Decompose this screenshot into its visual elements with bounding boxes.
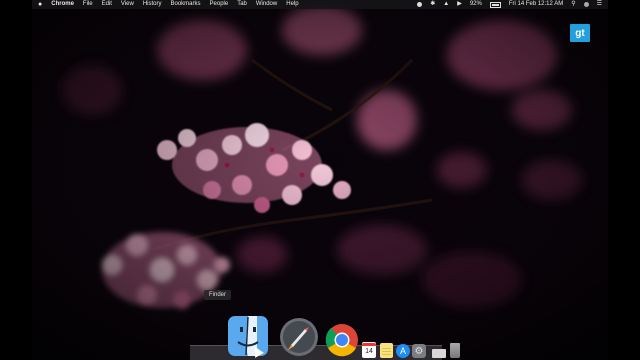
user-icon[interactable]	[583, 2, 589, 7]
battery-icon[interactable]	[489, 1, 501, 8]
menu-bar: ● Chrome File Edit View History Bookmark…	[32, 0, 608, 9]
downloads-icon[interactable]	[432, 349, 446, 358]
calendar-icon[interactable]: 14	[362, 342, 376, 358]
launchpad-icon[interactable]	[278, 316, 320, 358]
spotlight-icon[interactable]: ⚲	[571, 0, 575, 9]
bluetooth-icon[interactable]: ✱	[430, 0, 435, 9]
menu-app-name[interactable]: Chrome	[51, 0, 74, 9]
menu-edit[interactable]: Edit	[102, 0, 112, 9]
calendar-day: 14	[365, 348, 373, 355]
app-store-icon[interactable]: A	[396, 344, 410, 358]
dock: 14 A ⚙	[190, 314, 460, 360]
letterbox-left	[0, 0, 32, 360]
menu-tab[interactable]: Tab	[237, 0, 247, 9]
battery-percent[interactable]: 92%	[470, 0, 482, 9]
system-preferences-icon[interactable]: ⚙	[412, 344, 426, 358]
letterbox-right	[608, 0, 640, 360]
menu-bookmarks[interactable]: Bookmarks	[171, 0, 201, 9]
menu-file[interactable]: File	[83, 0, 93, 9]
chrome-icon[interactable]	[324, 322, 360, 358]
wifi-icon[interactable]: ▲	[443, 0, 449, 9]
dock-tooltip: Finder	[204, 290, 232, 300]
record-icon[interactable]	[417, 2, 423, 7]
gt-logo-badge: gt	[570, 24, 590, 42]
wallpaper-cherry-blossoms	[32, 0, 608, 360]
desktop: ● Chrome File Edit View History Bookmark…	[32, 0, 608, 360]
menu-history[interactable]: History	[143, 0, 162, 9]
menu-help[interactable]: Help	[286, 0, 298, 9]
apple-icon[interactable]: ●	[38, 0, 42, 9]
notification-center-icon[interactable]: ☰	[597, 0, 602, 9]
screen: ● Chrome File Edit View History Bookmark…	[0, 0, 640, 360]
menu-people[interactable]: People	[210, 0, 229, 9]
trash-icon[interactable]	[450, 343, 460, 358]
clock[interactable]: Fri 14 Feb 12:12 AM	[509, 0, 563, 9]
notes-icon[interactable]	[380, 343, 393, 358]
volume-icon[interactable]: ▶	[457, 0, 462, 9]
menu-window[interactable]: Window	[256, 0, 277, 9]
menu-view[interactable]: View	[121, 0, 134, 9]
